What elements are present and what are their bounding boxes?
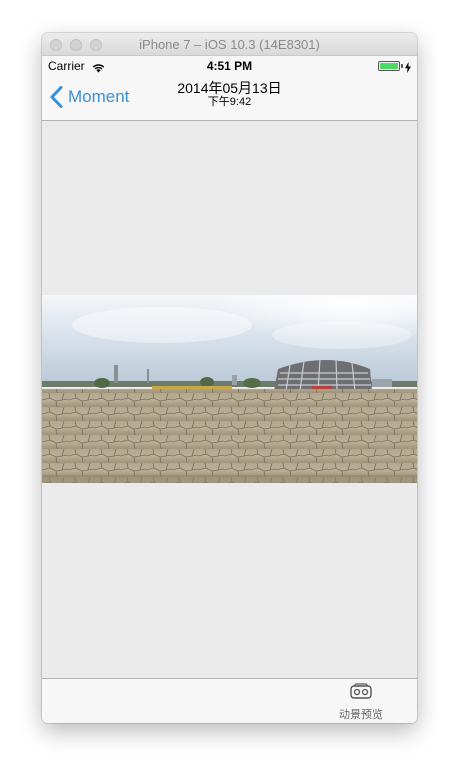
battery-level-fill [380, 63, 398, 69]
simulator-window: iPhone 7 – iOS 10.3 (14E8301) Carrier 4:… [42, 33, 417, 723]
vr-preview-button[interactable]: 动景预览 [335, 683, 387, 722]
panorama-image[interactable] [42, 295, 417, 483]
status-bar: Carrier 4:51 PM [42, 56, 417, 76]
vr-preview-label: 动景预览 [339, 709, 383, 721]
nav-title-date: 2014年05月13日 [177, 80, 282, 96]
battery-tip [401, 64, 403, 68]
status-time: 4:51 PM [206, 59, 253, 73]
photo-viewer[interactable] [42, 121, 417, 678]
window-title: iPhone 7 – iOS 10.3 (14E8301) [139, 37, 320, 52]
bottom-toolbar: 动景预览 [42, 678, 417, 723]
navigation-bar: Moment 2014年05月13日 下午9:42 [42, 76, 417, 121]
nav-title-time: 下午9:42 [207, 96, 252, 108]
nav-title: 2014年05月13日 下午9:42 [42, 80, 417, 109]
window-titlebar: iPhone 7 – iOS 10.3 (14E8301) [42, 33, 417, 56]
vr-headset-icon [335, 683, 387, 704]
device-screen: Carrier 4:51 PM Moment 2014年05月13日 下午9:4… [42, 56, 417, 723]
battery-icon [378, 61, 400, 71]
